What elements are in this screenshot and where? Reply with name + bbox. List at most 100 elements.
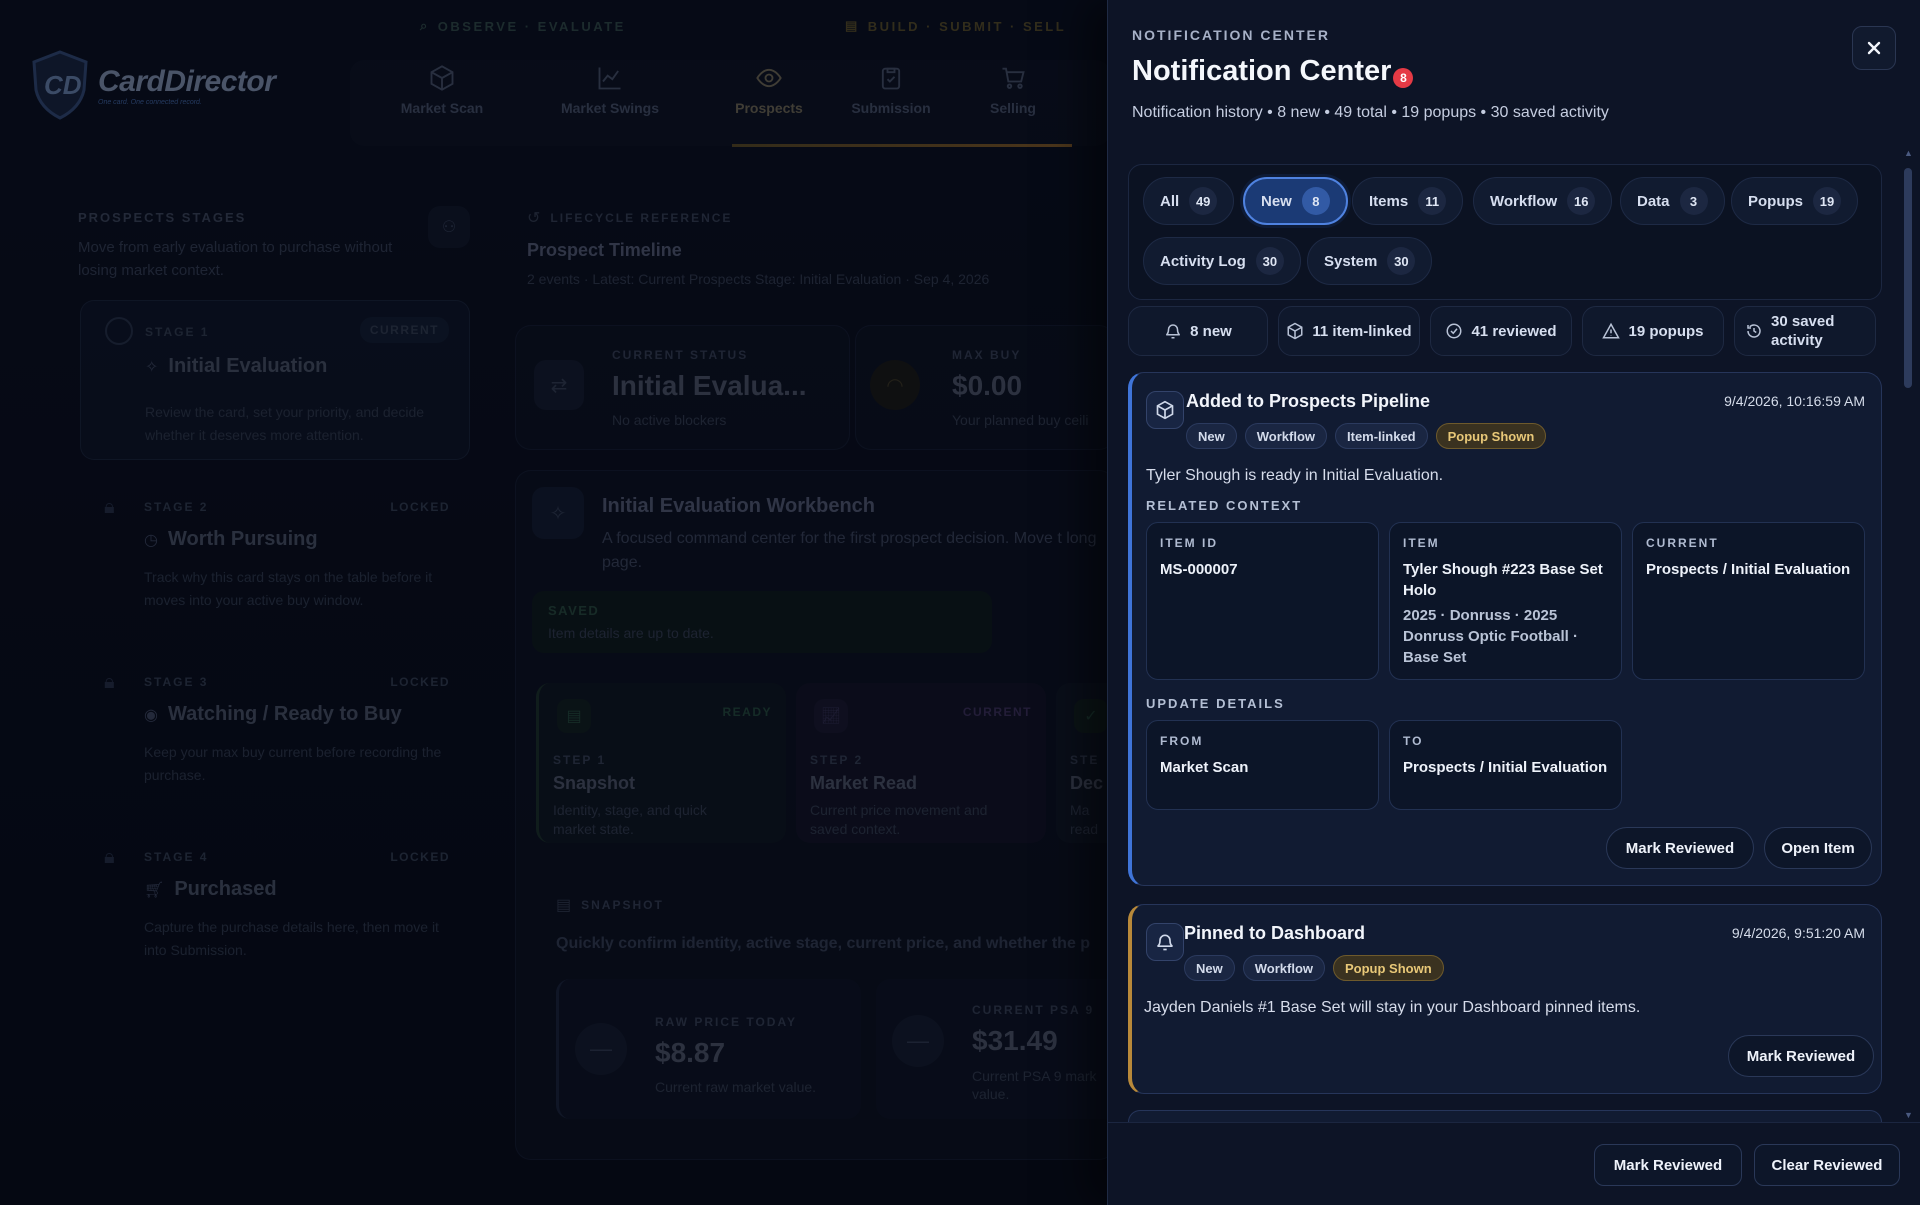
cube-icon [1146,391,1184,429]
filter-system[interactable]: System 30 [1307,237,1433,285]
stage-kicker: STAGE 3 [144,675,209,689]
stage-title: Worth Pursuing [167,528,318,550]
filter-workflow[interactable]: Workflow 16 [1473,177,1613,225]
stage-card-3[interactable]: 🔒︎ STAGE 3 LOCKED ◉ Watching / Ready to B… [80,655,470,795]
workbench-card: ✧ Initial Evaluation Workbench A focused… [515,470,1116,1160]
scroll-down-icon[interactable]: ▼ [1904,1110,1913,1120]
scrollbar-thumb[interactable] [1904,168,1912,388]
step-title: Snapshot [553,773,636,793]
clear-reviewed-button[interactable]: Clear Reviewed [1754,1144,1900,1186]
filter-new[interactable]: New 8 [1243,177,1348,225]
nav-submission[interactable]: Submission [831,64,951,116]
eye-icon: ◉ [144,706,158,724]
stat-reviewed: 41 reviewed [1430,306,1572,356]
panel-title-text: Notification Center [1132,55,1392,87]
nav-selling[interactable]: Selling [953,64,1073,116]
notification-card-1[interactable]: Added to Prospects Pipeline 9/4/2026, 10… [1128,372,1882,886]
close-button[interactable] [1852,26,1896,70]
maxbuy-kicker: MAX BUY [952,348,1022,362]
panel-title: Notification Center 8 [1132,55,1414,88]
stage-kicker: STAGE 4 [144,850,209,864]
stat-popups: 19 popups [1582,306,1724,356]
dash-icon: — [575,1023,627,1075]
open-item-button[interactable]: Open Item [1764,827,1872,869]
notification-center-panel: NOTIFICATION CENTER Notification Center … [1107,0,1920,1205]
logo[interactable]: CD CardDirector One card. One connected … [30,48,310,122]
stage-desc: Review the card, set your priority, and … [145,404,425,443]
snapshot-header: ▤ SNAPSHOT [556,897,664,914]
clipboard-icon: ▤ [556,897,572,914]
check-icon: ✓ [1074,699,1108,733]
stages-subtitle: Move from early evaluation to purchase w… [78,239,393,279]
maxbuy-note: Your planned buy ceili [952,412,1089,428]
step-card-1[interactable]: ▤ READY STEP 1 Snapshot Identity, stage,… [536,683,786,843]
current-box: CURRENT Prospects / Initial Evaluation [1632,522,1865,680]
notification-card-2[interactable]: Pinned to Dashboard 9/4/2026, 9:51:20 AM… [1128,904,1882,1094]
notification-time: 9/4/2026, 9:51:20 AM [1731,925,1865,941]
tag-workflow: Workflow [1242,955,1325,981]
clock-icon: ◷ [144,531,158,549]
notification-time: 9/4/2026, 10:16:59 AM [1724,393,1865,409]
lock-icon: 🔒︎ [104,671,115,693]
nav-market-swings[interactable]: Market Swings [550,64,670,116]
notification-card-3[interactable] [1128,1110,1882,1122]
bell-icon [1146,923,1184,961]
panel-summary: Notification history • 8 new • 49 total … [1132,104,1609,121]
step-title: Dec [1070,773,1104,793]
clipboard-icon [881,67,901,90]
tag-new: New [1186,423,1237,449]
check-circle-icon [1446,323,1462,339]
tag-popup-shown: Popup Shown [1333,955,1444,981]
max-buy-card: ◠ MAX BUY $0.00 Your planned buy ceili [855,325,1115,450]
nav-group-observe: ⌕ OBSERVE · EVALUATE [420,18,626,34]
logo-tagline: One card. One connected record. [98,98,202,106]
eye-icon [756,68,782,88]
step-badge: READY [722,705,772,719]
stage-title: Initial Evaluation [168,355,328,377]
mark-reviewed-button[interactable]: Mark Reviewed [1728,1035,1874,1077]
workbench-title: Initial Evaluation Workbench [602,495,876,517]
step-card-2[interactable]: 📈︎ CURRENT STEP 2 Market Read Current pr… [796,683,1046,843]
workbench-desc: A focused command center for the first p… [602,530,1097,571]
filter-activity-log[interactable]: Activity Log 30 [1143,237,1301,285]
cube-icon [1287,322,1303,340]
scroll-up-icon[interactable]: ▲ [1904,148,1913,158]
search-icon: ⌕ [420,18,430,33]
scrollbar[interactable]: ▲ ▼ [1901,148,1915,1120]
stage-card-2[interactable]: 🔒︎ STAGE 2 LOCKED ◷ Worth Pursuing Track … [80,480,470,640]
notification-title: Pinned to Dashboard [1184,923,1366,943]
nav-market-scan[interactable]: Market Scan [382,64,502,116]
tag-item-linked: Item-linked [1335,423,1428,449]
stages-heading: PROSPECTS STAGES [78,210,247,225]
step-desc: Ma read [1070,802,1099,837]
related-context-heading: RELATED CONTEXT [1146,498,1303,513]
stage-title: Watching / Ready to Buy [167,703,402,725]
stage-desc: Track why this card stays on the table b… [144,569,433,608]
timeline-subtitle: 2 events · Latest: Current Prospects Sta… [527,271,990,287]
footer-mark-reviewed-button[interactable]: Mark Reviewed [1594,1144,1742,1186]
raw-price-card: — RAW PRICE TODAY $8.87 Current raw mark… [556,979,861,1119]
stage-badge: CURRENT [359,317,449,343]
history-icon [1747,324,1761,338]
stage-status-icon [105,317,133,345]
nav-prospects[interactable]: Prospects [709,64,829,116]
bell-icon [1166,324,1181,339]
warning-icon [1602,322,1621,339]
filter-items[interactable]: Items 11 [1352,177,1464,225]
stage-card-4[interactable]: 🔒︎ STAGE 4 LOCKED 🛒︎ Purchased Capture th… [80,830,470,970]
stage-card-1[interactable]: STAGE 1 CURRENT ✧ Initial Evaluation Revi… [80,300,470,460]
cart-icon [1002,67,1025,89]
filter-popups[interactable]: Popups 19 [1731,177,1858,225]
mark-reviewed-button[interactable]: Mark Reviewed [1606,827,1754,869]
filter-all[interactable]: All 49 [1143,177,1235,225]
notification-tags: New Workflow Item-linked Popup Shown [1186,423,1554,449]
stage-kicker: STAGE 2 [144,500,209,514]
item-label: ITEM [1403,536,1440,550]
filter-data[interactable]: Data 3 [1620,177,1725,225]
binoculars-icon[interactable]: ⚇ [428,206,470,248]
item-id-box: ITEM ID MS-000007 [1146,522,1379,680]
stage-badge: LOCKED [390,500,450,514]
notification-title: Added to Prospects Pipeline [1186,391,1431,411]
close-icon [1867,41,1881,55]
step-kicker: STEP 1 [553,753,607,767]
